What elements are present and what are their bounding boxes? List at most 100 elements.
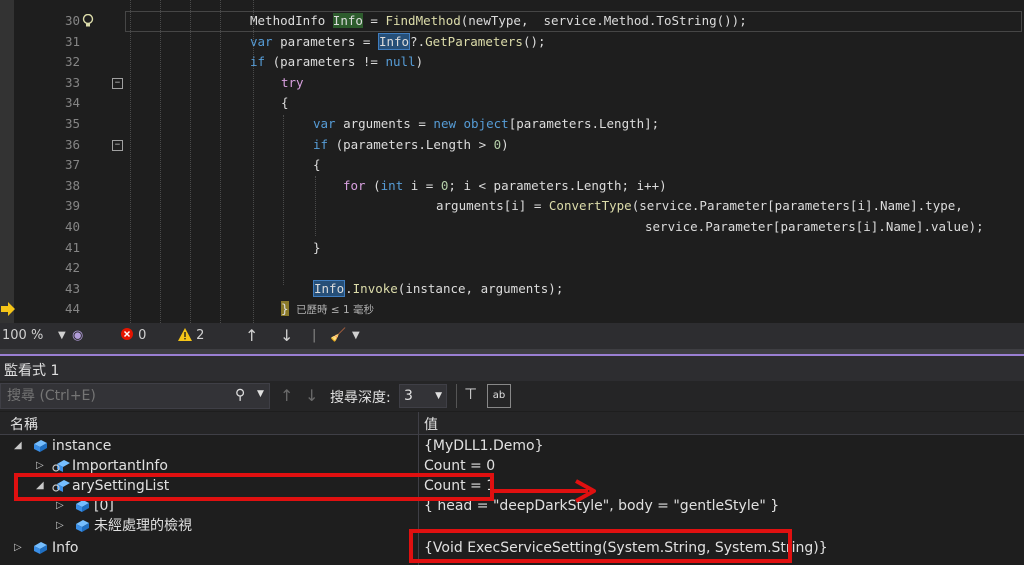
code-token: (parameters.Length > (328, 136, 494, 152)
annotation-box-info-value (409, 529, 792, 563)
code-line[interactable]: 40 service.Parameter[parameters[i].Name].… (0, 217, 1024, 238)
watch-row-instance[interactable]: ◢ instance {MyDLL1.Demo} (0, 436, 1024, 456)
code-token: ; i < parameters.Length; i++) (448, 177, 667, 193)
code-line[interactable]: 32 if (parameters != null) (0, 52, 1024, 73)
code-token: ) (501, 136, 509, 152)
code-token: (instance, arguments); (397, 280, 564, 296)
code-token: (); (522, 33, 546, 49)
code-text: if (parameters.Length > 0) (313, 135, 509, 156)
search-depth-value: 3 (404, 388, 413, 404)
code-line[interactable]: 37 { (0, 155, 1024, 176)
line-number: 43 (64, 280, 80, 296)
pin-icon[interactable]: ⊤ (464, 385, 477, 403)
code-token: Info (313, 279, 346, 297)
code-token: for (343, 177, 366, 193)
error-indicator[interactable]: 0 (120, 323, 146, 349)
code-token: } (281, 301, 289, 317)
code-token: ) (415, 54, 424, 70)
name-column-header[interactable]: 名稱 (10, 414, 38, 434)
cleanup-brush-icon[interactable]: 🧹 (330, 323, 346, 349)
error-icon (121, 328, 133, 340)
line-number: 33 (64, 74, 80, 90)
copilot-icon[interactable]: ◉ (72, 323, 83, 349)
code-line[interactable]: 44 } 已歷時 ≤ 1 毫秒 (0, 299, 1024, 320)
warning-indicator[interactable]: 2 (178, 323, 204, 349)
code-token: { (313, 157, 321, 173)
lightbulb-icon[interactable] (82, 13, 94, 27)
line-number: 30 (64, 13, 80, 28)
code-line[interactable]: 43 Info.Invoke(instance, arguments); (0, 279, 1024, 300)
code-token: (service.Parameter[parameters[i].Name].t… (631, 198, 963, 214)
collapsed-arrow-icon[interactable]: ▷ (14, 538, 22, 558)
previous-issue-icon[interactable]: ↑ (245, 323, 258, 349)
warning-icon (178, 328, 192, 341)
editor-status-bar: 100 % ▼ ◉ 0 2 ↑ ↓ | 🧹 ▼ (0, 323, 1024, 349)
value-column-header[interactable]: 值 (424, 414, 438, 434)
code-text: arguments[i] = ConvertType(service.Param… (436, 196, 963, 217)
line-number: 34 (64, 95, 80, 111)
code-token: [parameters.Length]; (508, 116, 660, 131)
search-depth-select[interactable]: 3 ▼ (399, 384, 447, 408)
annotation-box-arysettinglist (14, 473, 494, 501)
watch-title-label: 監看式 1 (4, 363, 60, 379)
code-line[interactable]: 38 for (int i = 0; i < parameters.Length;… (0, 176, 1024, 197)
code-token: Invoke (352, 280, 398, 296)
code-line[interactable]: 34 { (0, 93, 1024, 114)
watch-search-box[interactable]: ⚲ ▼ (0, 383, 270, 409)
code-line[interactable]: 33 try (0, 73, 1024, 94)
search-dropdown-icon[interactable]: ▼ (257, 389, 264, 399)
code-line[interactable]: 36 if (parameters.Length > 0) (0, 135, 1024, 156)
code-line[interactable]: 42 (0, 258, 1024, 279)
search-icon[interactable]: ⚲ (235, 387, 245, 403)
line-number: 44 (64, 301, 80, 317)
code-text: MethodInfo Info = FindMethod(newType, se… (250, 11, 747, 32)
expanded-arrow-icon[interactable]: ◢ (14, 436, 22, 456)
fold-toggle-icon[interactable]: − (112, 78, 123, 89)
code-token: } (313, 239, 321, 255)
code-text: var parameters = Info?.GetParameters(); (250, 32, 546, 53)
next-issue-icon[interactable]: ↓ (280, 323, 293, 349)
watch-name: 未經處理的檢視 (94, 518, 192, 534)
view-as-text-icon[interactable]: ab (487, 384, 511, 408)
collapsed-arrow-icon[interactable]: ▷ (56, 516, 64, 536)
code-token: = (362, 13, 386, 28)
code-token: GetParameters (425, 33, 523, 49)
code-token: Info (332, 13, 363, 28)
zoom-dropdown-icon[interactable]: ▼ (58, 323, 66, 349)
code-line[interactable]: 31 var parameters = Info?.GetParameters()… (0, 32, 1024, 53)
fold-toggle-icon[interactable]: − (112, 140, 123, 151)
line-number: 39 (64, 198, 80, 214)
code-editor[interactable]: 30 MethodInfo Info = FindMethod(newType, … (0, 0, 1024, 323)
code-token: { (281, 95, 289, 111)
code-line[interactable]: 35 var arguments = new object[parameters.… (0, 114, 1024, 135)
line-number: 36 (64, 136, 80, 152)
code-token: object (463, 116, 509, 131)
warning-count: 2 (196, 328, 205, 343)
raw-view-icon (74, 519, 90, 533)
search-next-icon[interactable]: ↓ (305, 386, 318, 405)
toolbar-separator (456, 384, 457, 408)
private-field-icon (52, 459, 70, 473)
code-token: (parameters != (265, 54, 386, 70)
code-token: var (313, 116, 336, 131)
cleanup-dropdown-icon[interactable]: ▼ (352, 323, 360, 349)
code-text: if (parameters != null) (250, 52, 423, 73)
search-depth-label: 搜尋深度: (330, 390, 391, 406)
zoom-level[interactable]: 100 % (2, 323, 43, 349)
code-token: new (433, 116, 456, 131)
watch-value[interactable]: {MyDLL1.Demo} (424, 436, 544, 456)
line-number: 32 (64, 54, 80, 70)
line-number: 38 (64, 177, 80, 193)
code-line[interactable]: 30 MethodInfo Info = FindMethod(newType, … (0, 11, 1024, 32)
code-line[interactable]: 39 arguments[i] = ConvertType(service.Par… (0, 196, 1024, 217)
search-previous-icon[interactable]: ↑ (280, 386, 293, 405)
object-icon (74, 499, 90, 513)
chevron-down-icon: ▼ (435, 391, 442, 401)
code-line[interactable]: 41} (0, 238, 1024, 259)
search-input[interactable] (5, 387, 229, 405)
code-text: } 已歷時 ≤ 1 毫秒 (281, 299, 374, 321)
code-token: parameters = (272, 33, 378, 49)
code-token: null (385, 54, 416, 70)
code-text: { (313, 155, 321, 176)
